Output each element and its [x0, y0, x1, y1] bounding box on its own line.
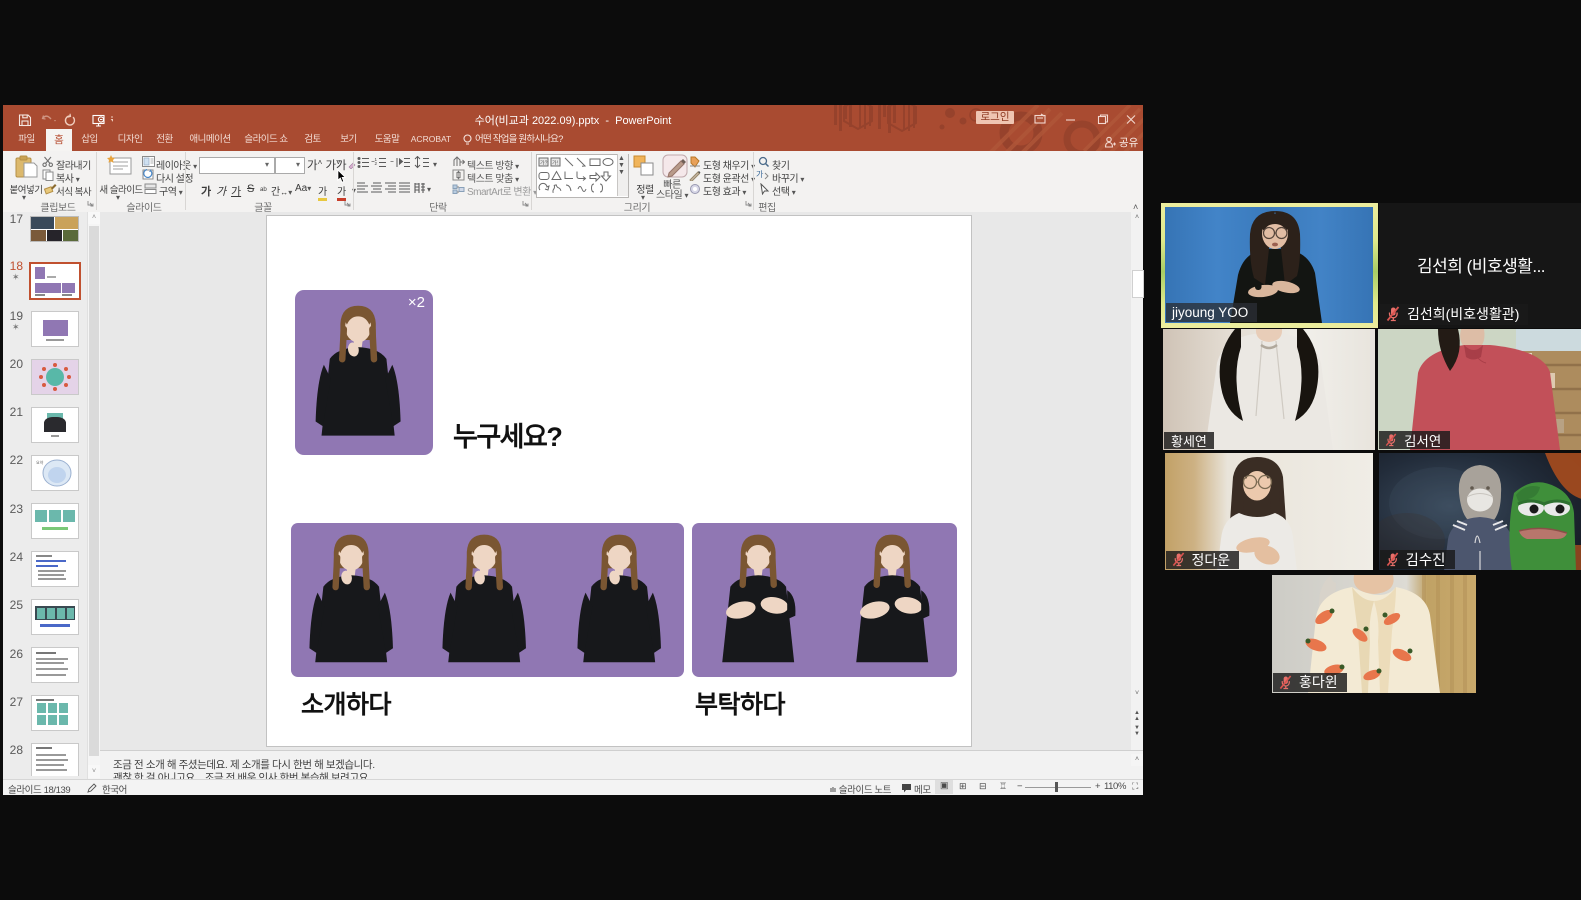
svg-text:가?: 가? — [540, 160, 548, 167]
svg-text:2: 2 — [375, 161, 378, 166]
svg-text:요약: 요약 — [36, 459, 44, 465]
svg-text:▾: ▾ — [433, 160, 437, 169]
svg-text:가!: 가! — [552, 160, 558, 167]
svg-text:가: 가 — [756, 170, 764, 179]
svg-text:▾: ▾ — [427, 185, 431, 194]
